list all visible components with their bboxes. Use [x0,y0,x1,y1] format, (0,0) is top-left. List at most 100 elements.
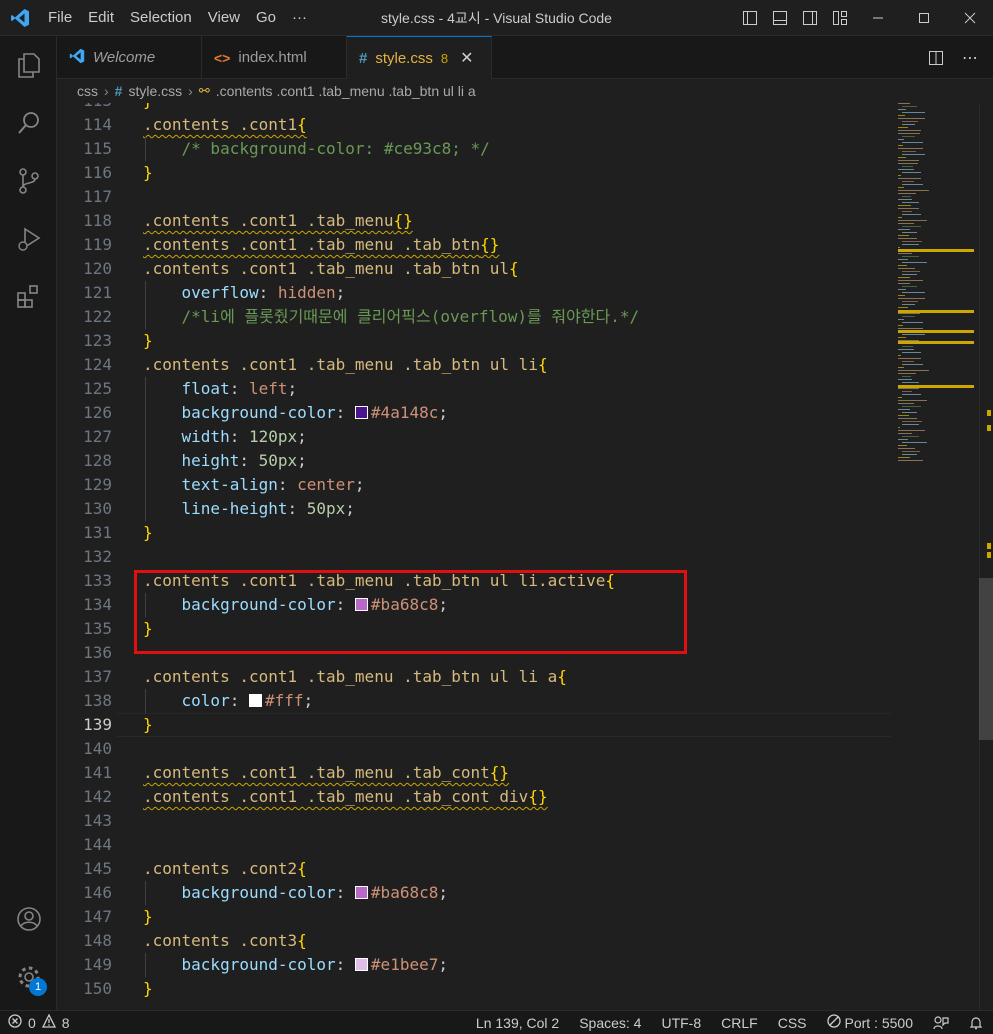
encoding[interactable]: UTF-8 [651,1011,711,1034]
cursor-position[interactable]: Ln 139, Col 2 [466,1011,569,1034]
code-line[interactable]: 114 .contents .cont1{ [57,113,897,137]
code-line[interactable]: 144 [57,833,897,857]
explorer-icon[interactable] [0,36,57,94]
code-line[interactable]: 122 /*li에 플롯줬기때문에 클리어픽스(overflow)를 줘야한다.… [57,305,897,329]
code-line[interactable]: 150} [57,977,897,1001]
notifications-bell-icon[interactable] [959,1016,993,1030]
color-swatch[interactable] [354,958,368,971]
minimap-line [898,115,905,116]
code-line[interactable]: 119 .contents .cont1 .tab_menu .tab_btn{} [57,233,897,257]
code-line[interactable]: 147} [57,905,897,929]
toggle-panel-icon[interactable] [765,0,795,36]
code-line[interactable]: 129 text-align: center; [57,473,897,497]
accounts-icon[interactable] [0,890,57,948]
code-line[interactable]: 125 float: left; [57,377,897,401]
code-line[interactable]: 140 [57,737,897,761]
minimap-line [898,307,908,308]
minimap-line [898,229,910,230]
breadcrumb-symbol[interactable]: .contents .cont1 .tab_menu .tab_btn ul l… [216,83,476,99]
customize-layout-icon[interactable] [825,0,855,36]
toggle-primary-sidebar-icon[interactable] [735,0,765,36]
more-actions-icon[interactable]: ⋯ [955,40,985,76]
tab-index-html[interactable]: <> index.html [202,36,347,79]
close-icon[interactable]: ✕ [460,48,473,68]
menu-more[interactable]: ··· [284,0,315,36]
color-swatch[interactable] [354,886,368,899]
code-line[interactable]: 118 .contents .cont1 .tab_menu{} [57,209,897,233]
code-line[interactable]: 117 [57,185,897,209]
minimap-line [902,274,917,275]
menu-selection[interactable]: Selection [122,0,200,36]
code-line[interactable]: 146 background-color: #ba68c8; [57,881,897,905]
code-line[interactable]: 128 height: 50px; [57,449,897,473]
live-server-port[interactable]: Port : 5500 [817,1011,924,1034]
code-token: : [335,883,355,902]
code-line[interactable]: 142 .contents .cont1 .tab_menu .tab_cont … [57,785,897,809]
color-swatch[interactable] [248,694,262,707]
run-debug-icon[interactable] [0,210,57,268]
color-swatch[interactable] [354,406,368,419]
breadcrumb-file[interactable]: style.css [128,83,182,99]
code-line[interactable]: 139} [57,713,897,737]
code-token: } [143,523,153,542]
code-line[interactable]: 132 [57,545,897,569]
language-mode[interactable]: CSS [768,1011,817,1034]
maximize-icon[interactable] [901,0,947,36]
tab-style-css[interactable]: # style.css 8 ✕ [347,36,492,79]
minimap-line [898,379,912,380]
code-token: { [509,259,519,278]
minimap-line [898,178,921,179]
split-editor-icon[interactable] [921,40,951,76]
code-line[interactable]: 115 /* background-color: #ce93c8; */ [57,137,897,161]
manage-gear-icon[interactable]: 1 [0,948,57,1006]
feedback-icon[interactable] [923,1016,959,1030]
menu-edit[interactable]: Edit [80,0,122,36]
code-line[interactable]: 145 .contents .cont2{ [57,857,897,881]
tab-welcome[interactable]: Welcome [57,36,202,79]
code-line[interactable]: 116} [57,161,897,185]
line-code: width: 120px; [143,425,307,449]
close-window-icon[interactable] [947,0,993,36]
code-line[interactable]: 120 .contents .cont1 .tab_menu .tab_btn u… [57,257,897,281]
end-of-line[interactable]: CRLF [711,1011,768,1034]
menu-file[interactable]: File [40,0,80,36]
code-line[interactable]: 126 background-color: #4a148c; [57,401,897,425]
code-line[interactable]: 131} [57,521,897,545]
minimap-line [902,376,911,377]
code-line[interactable]: 148 .contents .cont3{ [57,929,897,953]
vertical-scrollbar[interactable] [979,103,993,1010]
problems-status[interactable]: 0 8 [0,1013,70,1031]
menu-view[interactable]: View [200,0,248,36]
vscode-logo-icon[interactable] [0,0,40,36]
code-line[interactable]: 137 .contents .cont1 .tab_menu .tab_btn u… [57,665,897,689]
code-line[interactable]: 124 .contents .cont1 .tab_menu .tab_btn u… [57,353,897,377]
code-line[interactable]: 149 background-color: #e1bee7; [57,953,897,977]
minimize-icon[interactable] [855,0,901,36]
breadcrumb-folder[interactable]: css [77,83,98,99]
code-line[interactable]: 143 [57,809,897,833]
toggle-secondary-sidebar-icon[interactable] [795,0,825,36]
extensions-icon[interactable] [0,268,57,326]
code-line[interactable]: 123} [57,329,897,353]
code-line[interactable]: 138 color: #fff; [57,689,897,713]
line-code: background-color: #e1bee7; [143,953,448,977]
code-line[interactable]: 130 line-height: 50px; [57,497,897,521]
code-line[interactable]: 127 width: 120px; [57,425,897,449]
source-control-icon[interactable] [0,152,57,210]
highlight-annotation-box [134,570,687,654]
minimap-line [898,160,919,161]
code-line[interactable]: 113} [57,103,897,113]
code-editor[interactable]: 113}114.contents .cont1{115 /* backgroun… [57,103,993,1010]
line-number: 113 [57,103,112,113]
tab-label: style.css [375,49,433,67]
scrollbar-thumb[interactable] [979,578,993,740]
menu-go[interactable]: Go [248,0,284,36]
problems-count: 8 [440,50,449,66]
search-icon[interactable] [0,94,57,152]
code-line[interactable]: 121 overflow: hidden; [57,281,897,305]
minimap-line [902,301,918,302]
code-token: /* background-color: #ce93c8; */ [181,139,490,158]
indentation[interactable]: Spaces: 4 [569,1011,651,1034]
code-line[interactable]: 141 .contents .cont1 .tab_menu .tab_cont{… [57,761,897,785]
minimap[interactable] [898,103,976,463]
